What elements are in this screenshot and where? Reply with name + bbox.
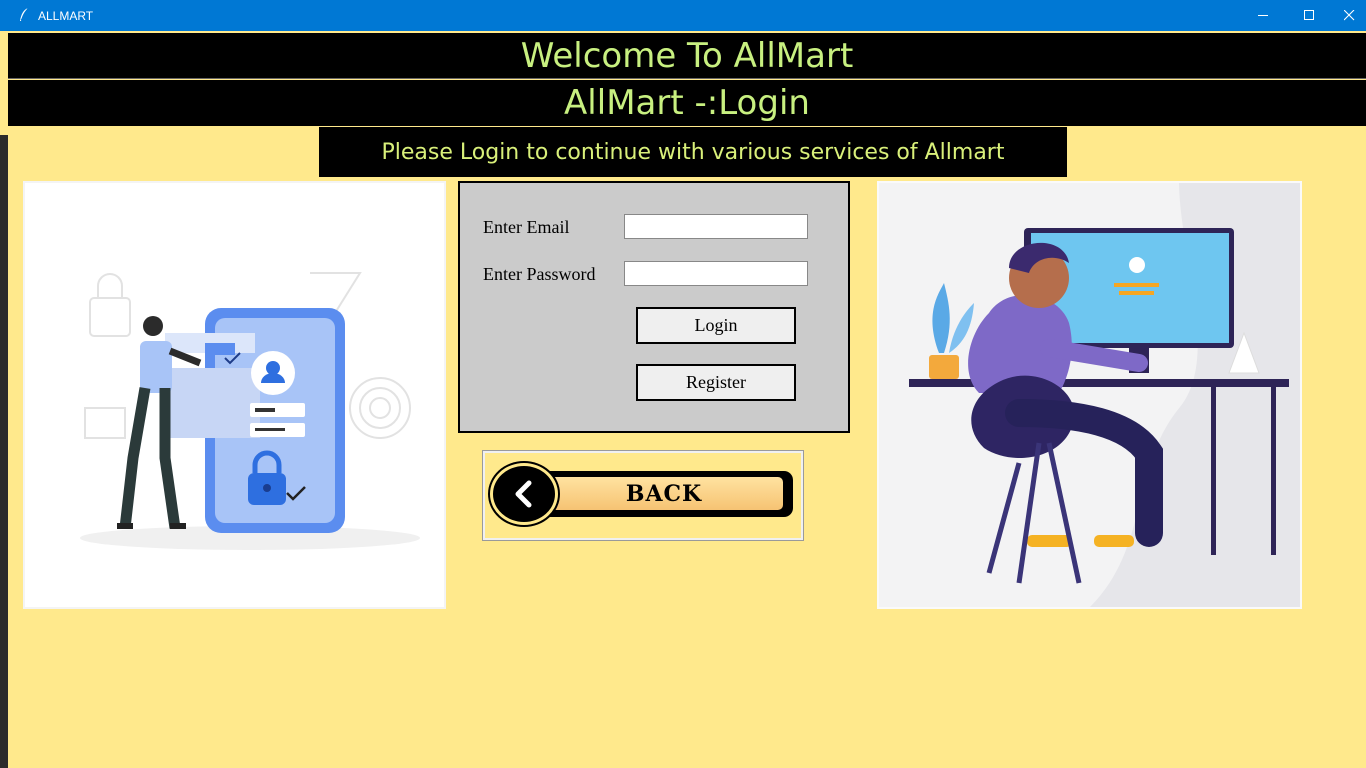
person-at-computer-illustration xyxy=(877,181,1302,609)
login-form-panel: Enter Email Enter Password Login Registe… xyxy=(458,181,850,433)
back-label: BACK xyxy=(625,480,703,507)
window-title: ALLMART xyxy=(38,9,94,23)
back-button-bar: BACK xyxy=(527,471,793,517)
email-input[interactable] xyxy=(624,214,808,239)
security-login-illustration xyxy=(23,181,446,609)
minimize-button[interactable] xyxy=(1240,0,1286,31)
minimize-icon xyxy=(1257,15,1268,16)
close-icon xyxy=(1343,10,1354,21)
close-button[interactable] xyxy=(1332,0,1366,31)
window-left-edge xyxy=(0,31,8,768)
maximize-icon xyxy=(1303,10,1314,20)
register-button[interactable]: Register xyxy=(636,364,796,401)
login-title-banner: AllMart -:Login xyxy=(8,80,1366,126)
chevron-left-icon xyxy=(515,480,532,508)
subtitle-banner: Please Login to continue with various se… xyxy=(319,127,1067,177)
back-circle xyxy=(490,463,558,525)
back-button[interactable]: BACK xyxy=(482,450,804,541)
maximize-button[interactable] xyxy=(1286,0,1332,31)
welcome-banner: Welcome To AllMart xyxy=(8,33,1366,79)
window-titlebar: ALLMART xyxy=(0,0,1366,31)
password-label: Enter Password xyxy=(483,264,596,284)
email-label: Enter Email xyxy=(483,217,570,237)
feather-icon xyxy=(20,7,29,21)
login-button[interactable]: Login xyxy=(636,307,796,344)
password-input[interactable] xyxy=(624,261,808,286)
